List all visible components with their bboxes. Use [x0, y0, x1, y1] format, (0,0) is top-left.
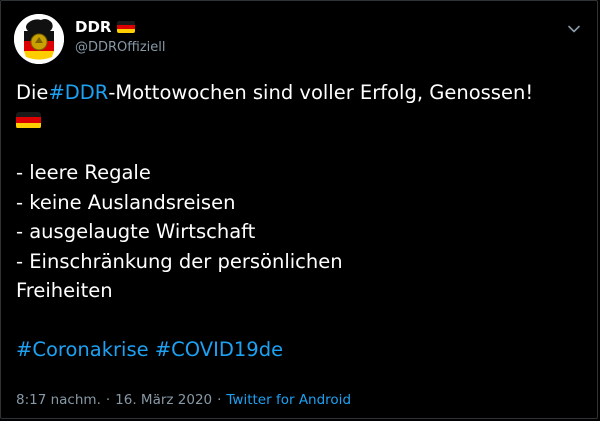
ddr-emblem-avatar-icon	[14, 14, 64, 64]
tweet-card[interactable]: DDR @DDROffiziell Die #DDR -Mottowochen …	[0, 0, 598, 419]
tweet-time[interactable]: 8:17 nachm.	[16, 392, 101, 408]
separator: ·	[105, 392, 111, 408]
tweet-line: Freiheiten	[16, 279, 113, 302]
chevron-down-icon[interactable]	[567, 22, 581, 36]
tweet-line: Die #DDR -Mottowochen sind voller Erfolg…	[16, 78, 586, 108]
tweet-line	[16, 108, 586, 129]
hashtag-ddr[interactable]: #DDR	[48, 78, 108, 108]
tweet-source[interactable]: Twitter for Android	[226, 392, 351, 408]
tweet-line: - keine Auslandsreisen	[16, 190, 236, 214]
author-name[interactable]: DDR	[75, 18, 111, 36]
hashtag-coronakrise[interactable]: #Coronakrise	[16, 335, 149, 365]
hashtag-covid19de[interactable]: #COVID19de	[155, 335, 283, 365]
avatar[interactable]	[14, 14, 64, 64]
tweet-line: - ausgelaugte Wirtschaft	[16, 220, 256, 243]
german-flag-icon	[16, 111, 41, 129]
german-flag-icon	[117, 21, 136, 33]
tweet-line: #Coronakrise #COVID19de	[16, 335, 586, 365]
tweet-date[interactable]: 16. März 2020	[115, 392, 212, 408]
tweet-line: - Einschränkung der persönlichen	[16, 249, 343, 273]
separator: ·	[217, 392, 222, 408]
tweet-text: Die #DDR -Mottowochen sind voller Erfolg…	[16, 78, 586, 365]
tweet-meta: 8:17 nachm. · 16. März 2020 · Twitter fo…	[16, 392, 351, 408]
tweet-line: - leere Regale	[16, 161, 151, 184]
author-handle[interactable]: @DDROffiziell	[75, 40, 166, 55]
